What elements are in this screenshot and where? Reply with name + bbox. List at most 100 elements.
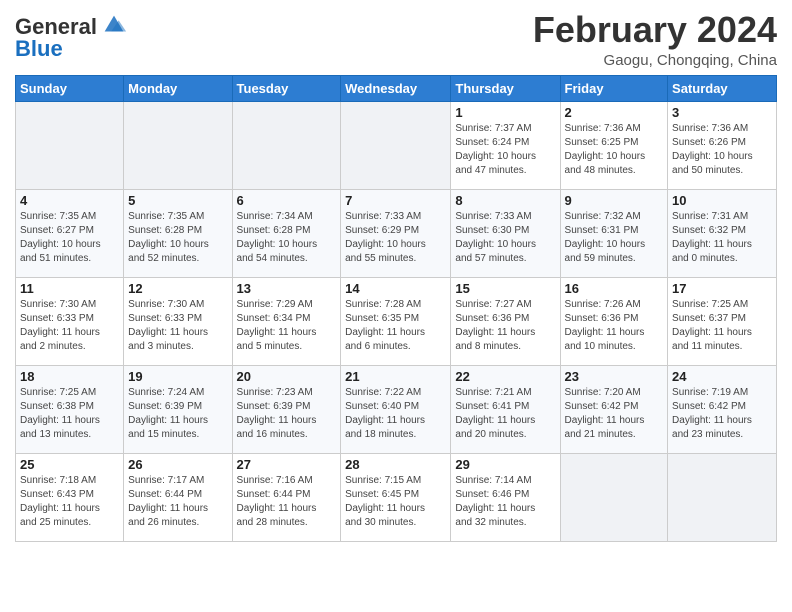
calendar-cell	[16, 101, 124, 189]
day-number: 22	[455, 369, 555, 384]
calendar-cell: 9 Sunrise: 7:32 AM Sunset: 6:31 PM Daylig…	[560, 189, 668, 277]
week-row-5: 25Sunrise: 7:18 AM Sunset: 6:43 PM Dayli…	[16, 453, 777, 541]
day-number: 10	[672, 193, 772, 208]
calendar-cell	[341, 101, 451, 189]
week-row-2: 4Sunrise: 7:35 AM Sunset: 6:27 PM Daylig…	[16, 189, 777, 277]
day-number: 6	[237, 193, 337, 208]
calendar-cell: 1 Sunrise: 7:37 AM Sunset: 6:24 PM Daylig…	[451, 101, 560, 189]
day-number: 1	[455, 105, 555, 120]
day-info: Sunrise: 7:16 AM Sunset: 6:44 PM Dayligh…	[237, 474, 337, 530]
day-info: Sunrise: 7:19 AM Sunset: 6:42 PM Dayligh…	[672, 386, 772, 442]
week-row-4: 18 Sunrise: 7:25 AM Sunset: 6:38 PM Dayli…	[16, 365, 777, 453]
calendar-cell: 19 Sunrise: 7:24 AM Sunset: 6:39 PM Dayli…	[124, 365, 232, 453]
week-row-1: 1 Sunrise: 7:37 AM Sunset: 6:24 PM Daylig…	[16, 101, 777, 189]
day-info: Sunrise: 7:30 AM Sunset: 6:33 PM Dayligh…	[128, 298, 227, 354]
day-number: 14	[345, 281, 446, 296]
day-number: 21	[345, 369, 446, 384]
day-number: 9	[565, 193, 664, 208]
month-year-title: February 2024	[533, 10, 777, 50]
calendar-cell	[668, 453, 777, 541]
day-number: 28	[345, 457, 446, 472]
day-number: 29	[455, 457, 555, 472]
calendar-cell: 15Sunrise: 7:27 AM Sunset: 6:36 PM Dayli…	[451, 277, 560, 365]
day-number: 5	[128, 193, 227, 208]
day-number: 18	[20, 369, 119, 384]
weekday-header-saturday: Saturday	[668, 75, 777, 101]
calendar-cell: 8 Sunrise: 7:33 AM Sunset: 6:30 PM Daylig…	[451, 189, 560, 277]
calendar-cell: 13 Sunrise: 7:29 AM Sunset: 6:34 PM Dayli…	[232, 277, 341, 365]
day-info: Sunrise: 7:36 AM Sunset: 6:26 PM Dayligh…	[672, 122, 772, 178]
day-number: 23	[565, 369, 664, 384]
day-number: 3	[672, 105, 772, 120]
day-number: 8	[455, 193, 555, 208]
calendar-cell: 21 Sunrise: 7:22 AM Sunset: 6:40 PM Dayli…	[341, 365, 451, 453]
day-number: 4	[20, 193, 119, 208]
calendar-cell: 22 Sunrise: 7:21 AM Sunset: 6:41 PM Dayli…	[451, 365, 560, 453]
day-info: Sunrise: 7:23 AM Sunset: 6:39 PM Dayligh…	[237, 386, 337, 442]
logo: General Blue	[15, 14, 128, 62]
day-info: Sunrise: 7:31 AM Sunset: 6:32 PM Dayligh…	[672, 210, 772, 266]
header: General Blue February 2024 Gaogu, Chongq…	[15, 10, 777, 69]
calendar-cell: 4Sunrise: 7:35 AM Sunset: 6:27 PM Daylig…	[16, 189, 124, 277]
day-info: Sunrise: 7:22 AM Sunset: 6:40 PM Dayligh…	[345, 386, 446, 442]
day-number: 24	[672, 369, 772, 384]
calendar-cell: 17Sunrise: 7:25 AM Sunset: 6:37 PM Dayli…	[668, 277, 777, 365]
day-number: 7	[345, 193, 446, 208]
weekday-header-wednesday: Wednesday	[341, 75, 451, 101]
day-info: Sunrise: 7:25 AM Sunset: 6:37 PM Dayligh…	[672, 298, 772, 354]
day-info: Sunrise: 7:35 AM Sunset: 6:28 PM Dayligh…	[128, 210, 227, 266]
day-number: 12	[128, 281, 227, 296]
day-info: Sunrise: 7:20 AM Sunset: 6:42 PM Dayligh…	[565, 386, 664, 442]
day-info: Sunrise: 7:37 AM Sunset: 6:24 PM Dayligh…	[455, 122, 555, 178]
calendar-cell: 6 Sunrise: 7:34 AM Sunset: 6:28 PM Daylig…	[232, 189, 341, 277]
calendar-cell: 11 Sunrise: 7:30 AM Sunset: 6:33 PM Dayli…	[16, 277, 124, 365]
weekday-header-row: SundayMondayTuesdayWednesdayThursdayFrid…	[16, 75, 777, 101]
calendar-cell: 26 Sunrise: 7:17 AM Sunset: 6:44 PM Dayli…	[124, 453, 232, 541]
day-info: Sunrise: 7:21 AM Sunset: 6:41 PM Dayligh…	[455, 386, 555, 442]
weekday-header-monday: Monday	[124, 75, 232, 101]
calendar-cell: 27 Sunrise: 7:16 AM Sunset: 6:44 PM Dayli…	[232, 453, 341, 541]
calendar-cell: 10 Sunrise: 7:31 AM Sunset: 6:32 PM Dayli…	[668, 189, 777, 277]
day-info: Sunrise: 7:25 AM Sunset: 6:38 PM Dayligh…	[20, 386, 119, 442]
day-number: 11	[20, 281, 119, 296]
day-info: Sunrise: 7:33 AM Sunset: 6:29 PM Dayligh…	[345, 210, 446, 266]
calendar-cell: 23 Sunrise: 7:20 AM Sunset: 6:42 PM Dayli…	[560, 365, 668, 453]
location-subtitle: Gaogu, Chongqing, China	[533, 52, 777, 69]
calendar-cell: 14 Sunrise: 7:28 AM Sunset: 6:35 PM Dayli…	[341, 277, 451, 365]
day-info: Sunrise: 7:24 AM Sunset: 6:39 PM Dayligh…	[128, 386, 227, 442]
calendar-cell: 24 Sunrise: 7:19 AM Sunset: 6:42 PM Dayli…	[668, 365, 777, 453]
calendar-cell: 5 Sunrise: 7:35 AM Sunset: 6:28 PM Daylig…	[124, 189, 232, 277]
calendar-table: SundayMondayTuesdayWednesdayThursdayFrid…	[15, 75, 777, 542]
day-number: 26	[128, 457, 227, 472]
day-info: Sunrise: 7:33 AM Sunset: 6:30 PM Dayligh…	[455, 210, 555, 266]
calendar-page: General Blue February 2024 Gaogu, Chongq…	[0, 0, 792, 612]
day-info: Sunrise: 7:15 AM Sunset: 6:45 PM Dayligh…	[345, 474, 446, 530]
day-info: Sunrise: 7:26 AM Sunset: 6:36 PM Dayligh…	[565, 298, 664, 354]
day-number: 25	[20, 457, 119, 472]
day-number: 13	[237, 281, 337, 296]
calendar-cell	[560, 453, 668, 541]
week-row-3: 11 Sunrise: 7:30 AM Sunset: 6:33 PM Dayli…	[16, 277, 777, 365]
day-info: Sunrise: 7:30 AM Sunset: 6:33 PM Dayligh…	[20, 298, 119, 354]
day-info: Sunrise: 7:28 AM Sunset: 6:35 PM Dayligh…	[345, 298, 446, 354]
day-number: 27	[237, 457, 337, 472]
calendar-cell: 12 Sunrise: 7:30 AM Sunset: 6:33 PM Dayli…	[124, 277, 232, 365]
day-number: 15	[455, 281, 555, 296]
day-number: 2	[565, 105, 664, 120]
calendar-cell	[232, 101, 341, 189]
day-number: 19	[128, 369, 227, 384]
calendar-cell: 29Sunrise: 7:14 AM Sunset: 6:46 PM Dayli…	[451, 453, 560, 541]
calendar-cell: 20Sunrise: 7:23 AM Sunset: 6:39 PM Dayli…	[232, 365, 341, 453]
day-info: Sunrise: 7:32 AM Sunset: 6:31 PM Dayligh…	[565, 210, 664, 266]
weekday-header-friday: Friday	[560, 75, 668, 101]
day-info: Sunrise: 7:17 AM Sunset: 6:44 PM Dayligh…	[128, 474, 227, 530]
calendar-cell: 18 Sunrise: 7:25 AM Sunset: 6:38 PM Dayli…	[16, 365, 124, 453]
day-info: Sunrise: 7:29 AM Sunset: 6:34 PM Dayligh…	[237, 298, 337, 354]
logo-text-block: General Blue	[15, 14, 128, 62]
weekday-header-sunday: Sunday	[16, 75, 124, 101]
calendar-cell	[124, 101, 232, 189]
logo-icon	[100, 11, 128, 39]
weekday-header-tuesday: Tuesday	[232, 75, 341, 101]
day-info: Sunrise: 7:34 AM Sunset: 6:28 PM Dayligh…	[237, 210, 337, 266]
title-block: February 2024 Gaogu, Chongqing, China	[533, 10, 777, 69]
